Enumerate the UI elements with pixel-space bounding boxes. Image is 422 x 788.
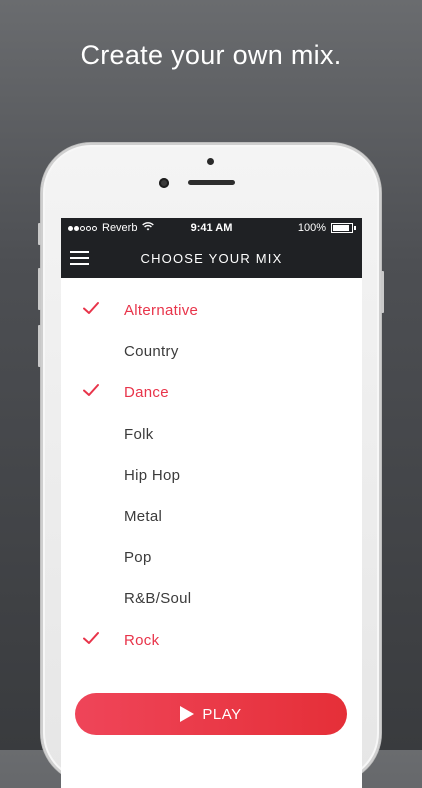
genre-item[interactable]: R&B/Soul <box>61 579 362 620</box>
genre-label: Pop <box>124 549 152 567</box>
battery-percentage: 100% <box>297 222 326 234</box>
volume-down-button <box>38 325 41 367</box>
earpiece-speaker <box>188 180 235 185</box>
genre-label: Hip Hop <box>124 466 181 484</box>
status-right: 100% <box>298 222 356 234</box>
battery-tip <box>354 226 356 230</box>
page-title: CHOOSE YOUR MIX <box>140 251 283 266</box>
genre-item[interactable]: Pop <box>61 538 362 579</box>
play-button-label: PLAY <box>202 705 242 723</box>
nav-bar: CHOOSE YOUR MIX <box>61 238 362 278</box>
genre-item[interactable]: Hip Hop <box>61 456 362 497</box>
genre-item[interactable]: Country <box>61 332 362 373</box>
play-icon <box>180 706 195 722</box>
mute-switch <box>38 223 41 245</box>
proximity-sensor <box>207 158 214 165</box>
genre-label: Dance <box>124 384 169 402</box>
genre-item[interactable]: Metal <box>61 497 362 538</box>
checkmark-icon <box>83 384 99 397</box>
battery-icon <box>331 223 353 233</box>
genre-item[interactable]: Dance <box>61 373 362 414</box>
genre-label: Country <box>124 343 179 361</box>
genre-item[interactable]: Rock <box>61 621 362 662</box>
genre-label: Alternative <box>124 302 199 319</box>
checkmark-icon <box>83 631 99 644</box>
genre-label: Rock <box>124 631 160 649</box>
genre-item[interactable]: Alternative <box>61 291 362 332</box>
genre-list: Alternative Country Dance Folk Hip Hop Metal P… <box>61 278 362 662</box>
volume-up-button <box>38 268 41 310</box>
genre-label: R&B/Soul <box>124 590 192 608</box>
status-bar: Reverb 9:41 AM 100% <box>61 218 362 238</box>
checkmark-icon <box>83 302 99 314</box>
app-screen: Reverb 9:41 AM 100% CHOOSE YOUR MIX Alte… <box>61 218 362 788</box>
genre-label: Metal <box>124 507 163 525</box>
headline: Create your own mix. <box>80 40 342 70</box>
genre-item[interactable]: Folk <box>61 415 362 456</box>
front-camera <box>159 178 169 188</box>
play-button[interactable]: PLAY <box>75 693 347 735</box>
power-button <box>381 271 384 313</box>
genre-label: Folk <box>124 425 154 443</box>
phone-frame: Reverb 9:41 AM 100% CHOOSE YOUR MIX Alte… <box>38 143 384 788</box>
